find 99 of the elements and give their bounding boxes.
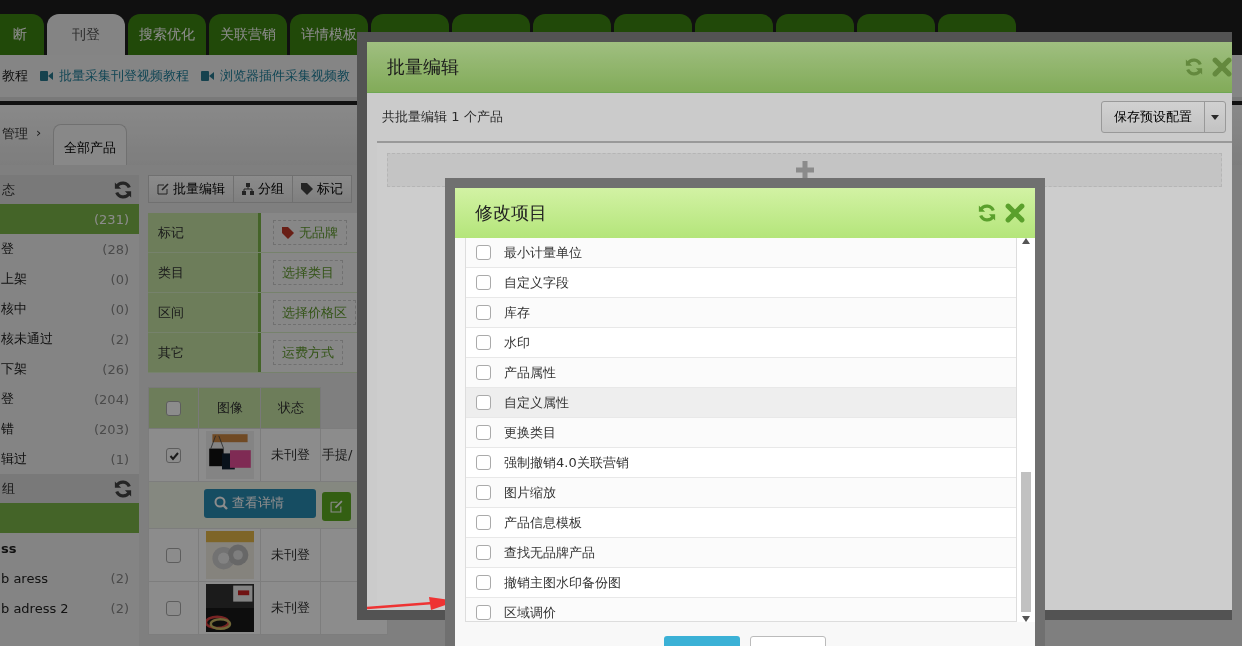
nav-tab[interactable]: 搜索优化 <box>128 14 206 55</box>
sidebar-item[interactable]: 核中 (0) <box>0 294 139 324</box>
checkbox[interactable] <box>476 335 491 350</box>
tutorial-link[interactable]: 浏览器插件采集视频教 <box>201 67 350 85</box>
video-camera-icon <box>40 71 53 81</box>
option-label: 自定义字段 <box>504 273 569 292</box>
option-row[interactable]: 图片缩放 <box>466 478 1016 508</box>
breadcrumb-tab[interactable]: 全部产品 <box>53 124 128 165</box>
sidebar-item[interactable]: 核未通过 (2) <box>0 324 139 354</box>
plus-icon <box>794 160 815 180</box>
search-icon <box>214 496 228 511</box>
sidebar-item[interactable]: 上架 (0) <box>0 264 139 294</box>
checkbox[interactable] <box>166 448 181 463</box>
status-cell: 未刊登 <box>271 600 310 615</box>
option-row[interactable]: 查找无品牌产品 <box>466 538 1016 568</box>
refresh-icon[interactable] <box>977 203 997 223</box>
checkbox[interactable] <box>476 515 491 530</box>
caret-icon <box>1211 114 1219 120</box>
checkbox[interactable] <box>166 548 181 563</box>
checkbox[interactable] <box>476 275 491 290</box>
option-label: 水印 <box>504 333 530 352</box>
filter-label: 区间 <box>148 293 261 332</box>
tutorial-link[interactable]: 教程 <box>2 67 28 85</box>
checkbox[interactable] <box>476 305 491 320</box>
nav-tab[interactable]: 详情模板 <box>290 14 368 55</box>
scrollbar-thumb[interactable] <box>1021 472 1031 612</box>
nav-tab[interactable]: 断 <box>0 14 44 55</box>
dialog-title: 批量编辑 <box>387 55 459 79</box>
section-title: 态 <box>2 180 15 199</box>
edit-button[interactable] <box>322 492 351 522</box>
option-label: 产品属性 <box>504 363 556 382</box>
status-cell: 未刊登 <box>271 547 310 562</box>
option-label: 图片缩放 <box>504 483 556 502</box>
option-label: 最小计量单位 <box>504 243 582 262</box>
option-row[interactable]: 产品属性 <box>466 358 1016 388</box>
checkbox[interactable] <box>476 485 491 500</box>
checkbox[interactable] <box>476 575 491 590</box>
checkbox[interactable] <box>476 425 491 440</box>
sidebar-item[interactable]: 错 (203) <box>0 414 139 444</box>
summary-text: 共批量编辑 1 个产品 <box>382 108 503 126</box>
video-camera-icon <box>201 71 214 81</box>
tag-icon <box>282 226 294 239</box>
nav-tab[interactable]: 刊登 <box>47 14 125 55</box>
checkbox[interactable] <box>476 395 491 410</box>
breadcrumb-link[interactable]: 管理 <box>2 125 28 143</box>
toolbar-button[interactable]: 分组 <box>233 175 293 203</box>
option-label: 查找无品牌产品 <box>504 543 595 562</box>
checkbox[interactable] <box>476 365 491 380</box>
option-label: 撤销主图水印备份图 <box>504 573 621 592</box>
sidebar-item[interactable]: 下架 (26) <box>0 354 139 384</box>
option-row[interactable]: 区域调价 <box>466 598 1016 621</box>
checkbox[interactable] <box>476 455 491 470</box>
close-icon[interactable] <box>1005 203 1025 223</box>
option-row[interactable]: 自定义属性 <box>466 388 1016 418</box>
option-row[interactable]: 更换类目 <box>466 418 1016 448</box>
nav-tab[interactable]: 关联营销 <box>209 14 287 55</box>
sidebar-item[interactable]: ss <box>0 533 139 563</box>
close-icon[interactable] <box>1212 57 1232 77</box>
checkbox[interactable] <box>166 601 181 616</box>
category-cell-text: 手提/ <box>322 446 354 464</box>
sidebar-item[interactable]: 登 (28) <box>0 234 139 264</box>
option-label: 区域调价 <box>504 603 556 621</box>
filter-label: 其它 <box>148 333 261 372</box>
filter-label: 标记 <box>148 213 261 252</box>
checkbox[interactable] <box>476 605 491 620</box>
details-button[interactable]: 查看详情 <box>204 488 316 518</box>
refresh-icon[interactable] <box>113 179 133 200</box>
refresh-icon[interactable] <box>1184 57 1204 77</box>
edit-icon <box>157 183 169 195</box>
option-label: 强制撤销4.0关联营销 <box>504 453 629 472</box>
section-title: 组 <box>2 479 15 498</box>
filter-label: 类目 <box>148 253 261 292</box>
select-all-checkbox[interactable] <box>166 401 181 416</box>
refresh-icon[interactable] <box>113 478 133 499</box>
tag-icon <box>301 183 313 195</box>
sidebar-item[interactable]: b adress 2 (2) <box>0 593 139 623</box>
checkbox[interactable] <box>476 545 491 560</box>
sidebar-item[interactable]: 辑过 (1) <box>0 444 139 474</box>
option-label: 产品信息模板 <box>504 513 582 532</box>
toolbar-button[interactable]: 标记 <box>292 175 352 203</box>
tutorial-link[interactable]: 批量采集刊登视频教程 <box>40 67 189 85</box>
toolbar-button[interactable]: 批量编辑 <box>148 175 234 203</box>
column-header: 图像 <box>216 400 243 415</box>
sidebar-item[interactable]: b aress (2) <box>0 563 139 593</box>
option-label: 自定义属性 <box>504 393 569 412</box>
scroll-down-icon[interactable] <box>1022 616 1030 622</box>
option-row[interactable]: 最小计量单位 <box>466 238 1016 268</box>
hierarchy-icon <box>242 183 254 195</box>
option-label: 库存 <box>504 303 530 322</box>
option-row[interactable]: 库存 <box>466 298 1016 328</box>
dialog-title: 修改项目 <box>475 201 547 225</box>
sidebar-item[interactable]: 登 (204) <box>0 384 139 414</box>
breadcrumb-separator: › <box>36 125 42 142</box>
status-cell: 未刊登 <box>271 447 310 462</box>
check-icon <box>168 450 179 461</box>
option-label: 更换类目 <box>504 423 556 442</box>
checkbox[interactable] <box>476 245 491 260</box>
edit-icon <box>330 500 343 514</box>
column-header: 状态 <box>277 400 304 415</box>
